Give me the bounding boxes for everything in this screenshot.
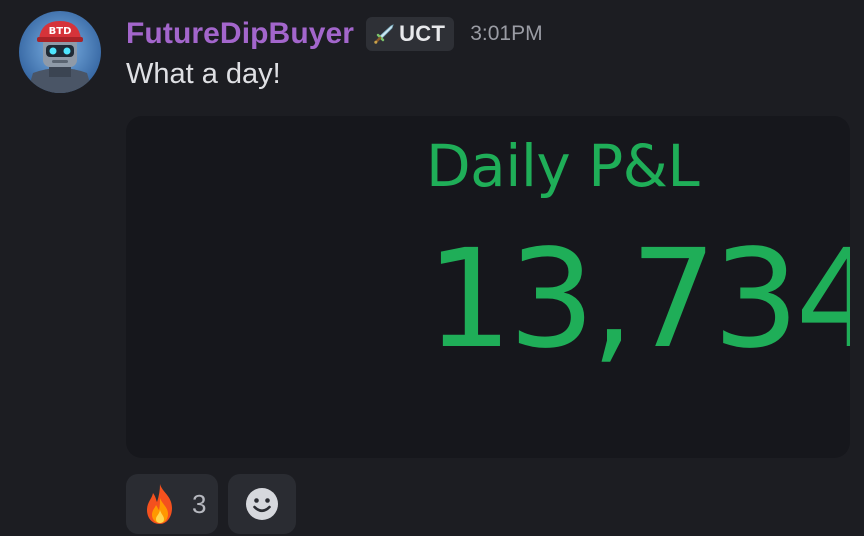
add-reaction-button[interactable] — [228, 474, 296, 534]
reaction-fire[interactable]: 3 — [126, 474, 218, 534]
message-text: What a day! — [126, 58, 281, 90]
pnl-value: 13,734 — [426, 221, 850, 379]
avatar-cap-text: BTD — [49, 26, 72, 37]
role-tag[interactable]: UCT — [366, 17, 455, 51]
sword-icon — [374, 24, 394, 44]
image-attachment[interactable]: Daily P&L 13,734 — [126, 116, 850, 458]
timestamp: 3:01PM — [470, 22, 543, 45]
message-header: FutureDipBuyer UCT 3:01PM — [126, 14, 543, 54]
reaction-count: 3 — [192, 488, 207, 519]
robot-avatar-icon: BTD — [19, 11, 101, 93]
pnl-label: Daily P&L — [426, 132, 700, 200]
avatar[interactable]: BTD — [19, 11, 101, 93]
role-tag-label: UCT — [399, 21, 446, 46]
chat-message: BTD FutureDipBuyer UCT 3:01PM What a day… — [0, 0, 864, 536]
add-reaction-smiley-icon — [246, 488, 278, 520]
username[interactable]: FutureDipBuyer — [126, 17, 354, 51]
fire-icon — [147, 484, 172, 524]
